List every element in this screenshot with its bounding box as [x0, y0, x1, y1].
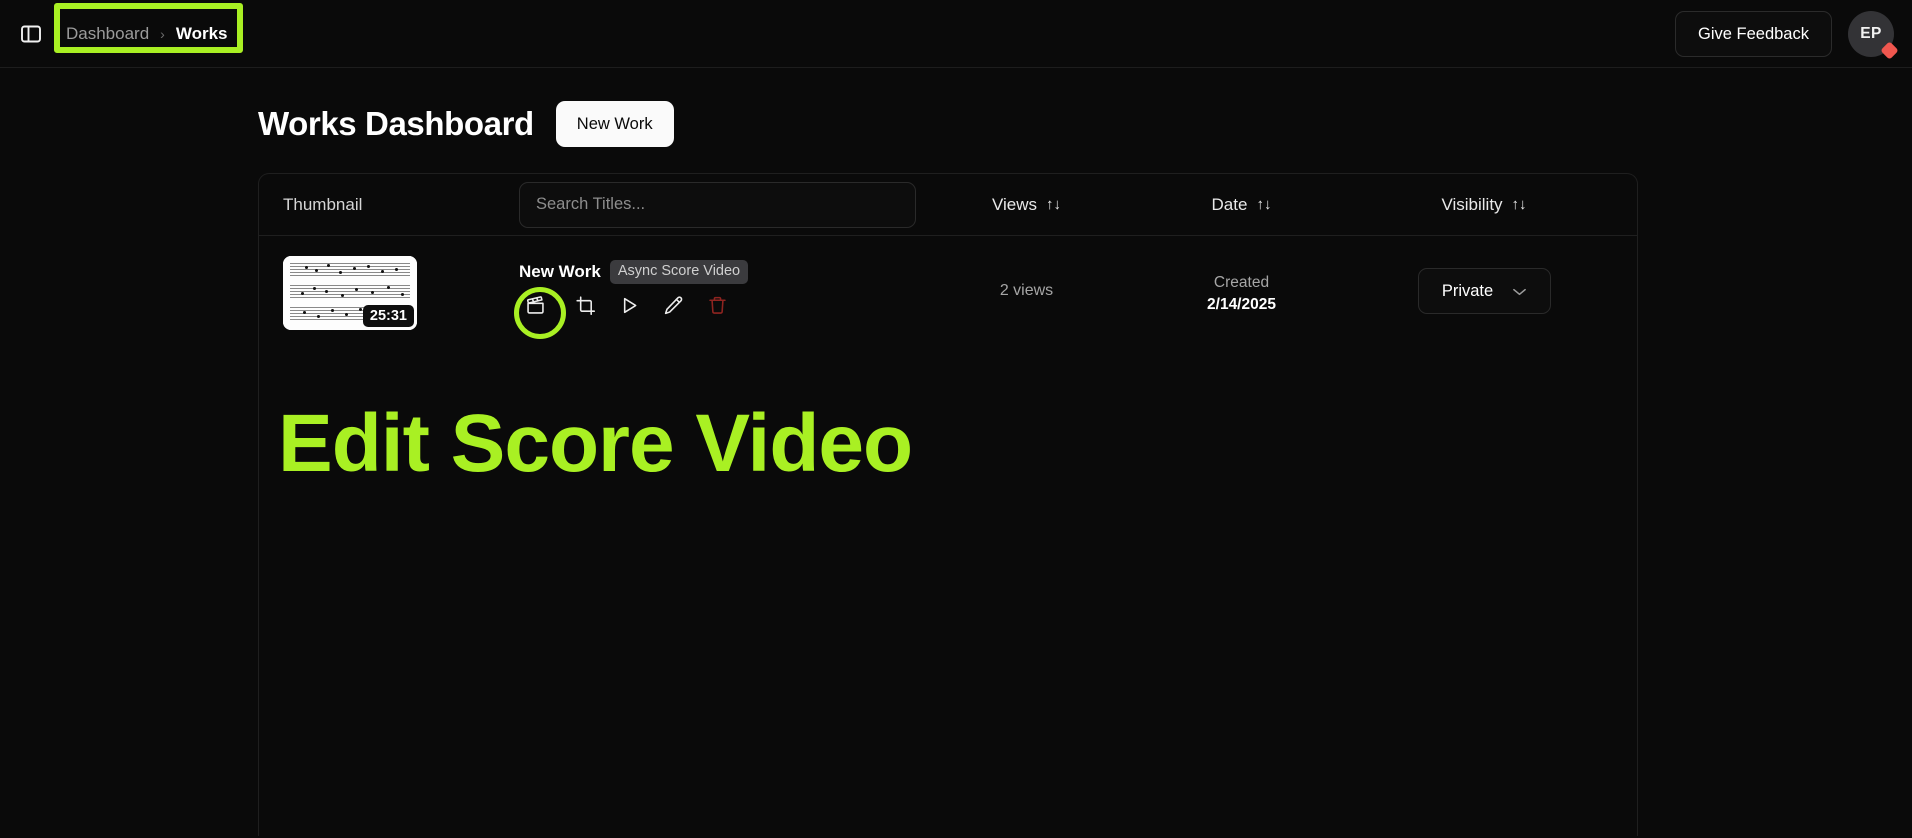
- delete-button[interactable]: [701, 292, 733, 324]
- table-row: 25:31 New Work Async Score Video 2 views…: [259, 236, 1637, 356]
- date-value: 2/14/2025: [1207, 296, 1276, 314]
- new-work-button[interactable]: New Work: [555, 101, 674, 147]
- table-header-row: Thumbnail Views ↑↓ Date ↑↓ Visibility ↑↓: [259, 174, 1637, 236]
- column-header-thumbnail: Thumbnail: [259, 195, 519, 215]
- cell-visibility: Private: [1349, 256, 1619, 314]
- column-header-views[interactable]: Views ↑↓: [919, 195, 1134, 215]
- work-title[interactable]: New Work: [519, 262, 601, 282]
- breadcrumb: Dashboard › Works: [66, 0, 228, 68]
- header-actions: Give Feedback EP: [1675, 0, 1899, 68]
- column-header-views-label: Views: [991, 194, 1038, 214]
- table-body: 25:31 New Work Async Score Video 2 views…: [259, 236, 1637, 836]
- sort-date-icon[interactable]: ↑↓: [1256, 197, 1271, 212]
- breadcrumb-item-works[interactable]: Works: [176, 24, 228, 44]
- play-icon: [619, 295, 640, 321]
- edit-score-video-button[interactable]: [514, 286, 566, 339]
- column-header-date[interactable]: Date ↑↓: [1134, 195, 1349, 215]
- cell-work-info: New Work Async Score Video: [514, 256, 919, 339]
- sort-visibility-icon[interactable]: ↑↓: [1512, 197, 1527, 212]
- column-header-visibility[interactable]: Visibility ↑↓: [1349, 195, 1619, 215]
- cell-thumbnail: 25:31: [259, 256, 519, 330]
- visibility-select[interactable]: Private: [1417, 268, 1551, 314]
- date-label: Created: [1213, 274, 1270, 291]
- work-type-tag: Async Score Video: [609, 260, 749, 284]
- visibility-value: Private: [1441, 281, 1494, 300]
- pencil-icon: [663, 295, 684, 321]
- search-cell: [519, 181, 919, 228]
- crop-icon: [575, 295, 596, 321]
- page-title-row: Works Dashboard New Work: [0, 68, 1912, 147]
- work-action-icons: [514, 286, 919, 339]
- top-header-bar: Dashboard › Works Give Feedback EP: [0, 0, 1912, 68]
- avatar-wrapper[interactable]: EP: [1848, 11, 1899, 60]
- sidebar-toggle-button[interactable]: [13, 16, 49, 52]
- play-button[interactable]: [613, 292, 645, 324]
- column-header-visibility-label: Visibility: [1441, 194, 1503, 214]
- work-thumbnail[interactable]: 25:31: [283, 256, 417, 330]
- breadcrumb-item-dashboard[interactable]: Dashboard: [66, 24, 149, 44]
- sort-views-icon[interactable]: ↑↓: [1046, 197, 1061, 212]
- page-title: Works Dashboard: [258, 105, 534, 142]
- search-input[interactable]: [519, 181, 916, 228]
- crop-button[interactable]: [569, 292, 601, 324]
- rename-button[interactable]: [657, 292, 689, 324]
- trash-icon: [707, 295, 728, 321]
- column-header-thumbnail-label: Thumbnail: [283, 194, 363, 214]
- thumbnail-duration-badge: 25:31: [362, 304, 414, 327]
- breadcrumb-separator-icon: ›: [160, 26, 165, 42]
- chevron-down-icon: [1513, 285, 1527, 298]
- works-table: Thumbnail Views ↑↓ Date ↑↓ Visibility ↑↓: [258, 173, 1638, 836]
- work-title-row: New Work Async Score Video: [519, 260, 919, 284]
- clapperboard-icon: [525, 295, 546, 321]
- page-content: Works Dashboard New Work Thumbnail Views…: [0, 68, 1912, 836]
- cell-date: Created 2/14/2025: [1134, 256, 1349, 317]
- sidebar-panel-icon: [19, 22, 43, 46]
- column-header-date-label: Date: [1211, 194, 1248, 214]
- give-feedback-button[interactable]: Give Feedback: [1675, 11, 1832, 57]
- cell-views: 2 views: [999, 282, 1054, 299]
